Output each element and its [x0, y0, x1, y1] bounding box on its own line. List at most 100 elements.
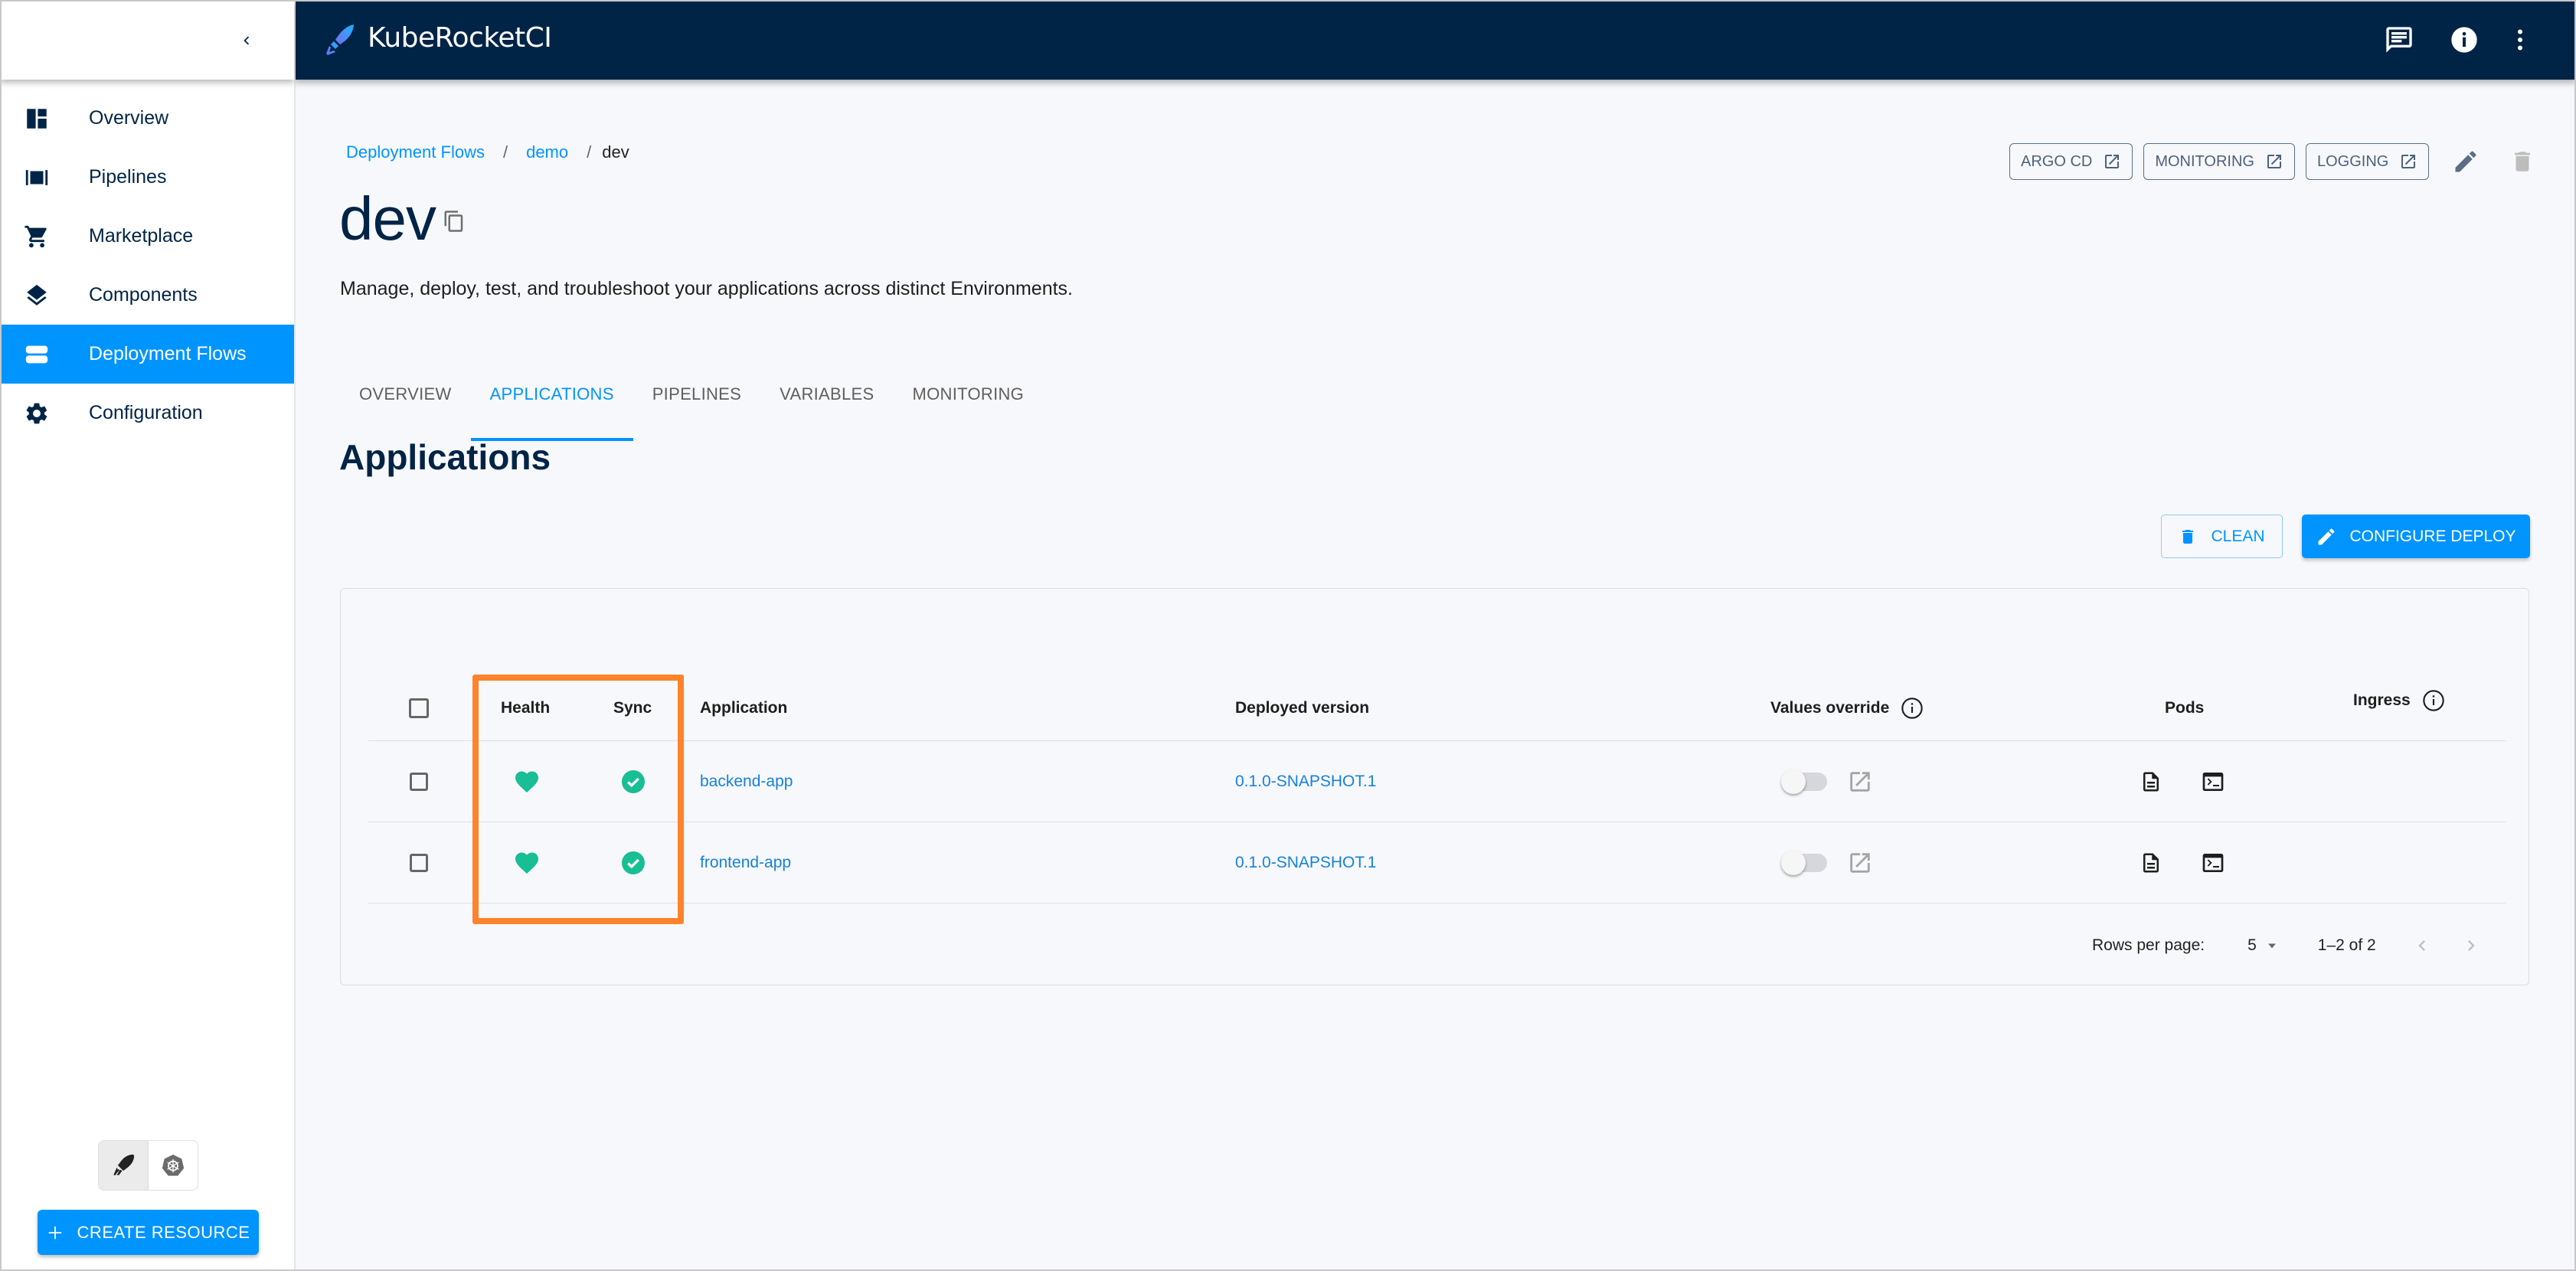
page-title: dev	[339, 185, 436, 253]
pencil-icon	[2455, 151, 2476, 172]
logging-label: LOGGING	[2316, 152, 2389, 170]
breadcrumb-deployment-flows[interactable]: Deployment Flows	[346, 142, 485, 162]
chevron-left-icon	[2418, 940, 2425, 951]
copy-name-button[interactable]	[440, 207, 469, 236]
open-in-new-icon	[2267, 155, 2281, 168]
delete-button[interactable]	[2501, 140, 2544, 183]
pipelines-icon	[0, 165, 89, 191]
table-header-row: Health Sync Application Deployed version…	[368, 676, 2506, 741]
row-checkbox[interactable]	[410, 772, 428, 791]
heart-icon	[515, 771, 538, 792]
column-deployed-version: Deployed version	[1235, 699, 1370, 717]
breadcrumb: Deployment Flows / demo / dev	[346, 142, 629, 162]
more-options-button[interactable]	[2502, 21, 2538, 58]
sidebar-item-marketplace[interactable]: Marketplace	[0, 207, 294, 266]
tabs: OVERVIEW APPLICATIONS PIPELINES VARIABLE…	[340, 360, 1043, 443]
heart-icon	[515, 852, 538, 874]
monitoring-label: MONITORING	[2155, 152, 2254, 170]
sidebar-item-label: Pipelines	[89, 166, 167, 188]
deployed-version-link[interactable]: 0.1.0-SNAPSHOT.1	[1235, 822, 1376, 903]
feedback-button[interactable]	[2381, 21, 2417, 58]
open-in-new-icon[interactable]	[1847, 850, 1873, 876]
values-override-switch[interactable]	[1781, 850, 1827, 876]
health-cell	[513, 741, 541, 822]
rows-per-page-select[interactable]: 5	[2247, 936, 2280, 955]
feedback-icon	[2386, 27, 2412, 53]
applications-heading: Applications	[339, 437, 551, 477]
row-checkbox[interactable]	[410, 853, 428, 872]
terminal-icon[interactable]	[2201, 851, 2225, 875]
column-sync: Sync	[613, 699, 652, 717]
pods-cell	[2140, 822, 2225, 903]
application-link[interactable]: frontend-app	[700, 822, 791, 903]
pagination: Rows per page: 5 1–2 of 2	[2092, 933, 2486, 959]
info-outline-icon[interactable]	[2421, 688, 2446, 713]
cart-icon	[0, 224, 89, 250]
select-all-checkbox[interactable]	[409, 698, 429, 718]
plus-icon	[48, 1226, 61, 1239]
sidebar-item-deployment-flows[interactable]: Deployment Flows	[0, 325, 294, 384]
edit-button[interactable]	[2444, 140, 2487, 183]
column-health: Health	[501, 699, 551, 717]
pods-cell	[2140, 741, 2225, 822]
rows-per-page-label: Rows per page:	[2092, 936, 2205, 954]
storage-icon	[0, 341, 89, 368]
values-override-cell	[1781, 741, 1873, 822]
trash-icon	[2515, 152, 2531, 172]
sidebar-item-overview[interactable]: Overview	[0, 89, 294, 148]
tab-overview[interactable]: OVERVIEW	[340, 360, 471, 429]
open-in-new-icon	[2105, 155, 2120, 168]
mode-krci-button[interactable]	[99, 1141, 149, 1190]
sidebar-item-components[interactable]: Components	[0, 266, 294, 325]
trash-icon	[2182, 529, 2194, 544]
column-values-override: Values override	[1770, 676, 1924, 740]
configure-deploy-button[interactable]: CONFIGURE DEPLOY	[2302, 515, 2530, 558]
argocd-label: ARGO CD	[2021, 152, 2093, 170]
monitoring-link-button[interactable]: MONITORING	[2143, 143, 2295, 180]
sidebar-item-configuration[interactable]: Configuration	[0, 384, 294, 443]
logs-icon[interactable]	[2140, 769, 2162, 794]
terminal-icon[interactable]	[2201, 769, 2225, 794]
open-in-new-icon[interactable]	[1847, 769, 1873, 795]
page-actions: ARGO CD MONITORING LOGGING	[2009, 140, 2544, 183]
row-select-cell	[410, 741, 428, 822]
sidebar-item-label: Components	[89, 284, 198, 305]
create-resource-label: CREATE RESOURCE	[77, 1222, 250, 1242]
previous-page-button[interactable]	[2407, 930, 2437, 961]
brand-name: KubeRocketCI	[368, 22, 552, 54]
next-page-button[interactable]	[2456, 930, 2486, 961]
sidebar: Overview Pipelines Marketplace Component…	[0, 0, 296, 1271]
breadcrumb-demo[interactable]: demo	[526, 142, 568, 162]
info-outline-icon[interactable]	[1900, 696, 1924, 720]
deployed-version-link[interactable]: 0.1.0-SNAPSHOT.1	[1235, 741, 1376, 822]
applications-table-card: Health Sync Application Deployed version…	[340, 588, 2529, 985]
kubernetes-icon	[162, 1155, 185, 1176]
app-bar: KubeRocketCI	[296, 0, 2576, 80]
pagination-range: 1–2 of 2	[2317, 936, 2376, 954]
pencil-icon	[2318, 528, 2335, 544]
tab-applications[interactable]: APPLICATIONS	[470, 360, 633, 441]
sidebar-header	[0, 0, 294, 80]
breadcrumb-separator: /	[587, 142, 592, 162]
values-override-switch[interactable]	[1781, 769, 1827, 795]
layers-icon	[0, 283, 89, 309]
tab-pipelines[interactable]: PIPELINES	[633, 360, 760, 429]
create-resource-button[interactable]: CREATE RESOURCE	[38, 1210, 259, 1255]
chevron-left-icon	[244, 36, 250, 45]
dashboard-icon	[0, 106, 89, 132]
sidebar-item-pipelines[interactable]: Pipelines	[0, 148, 294, 207]
tab-monitoring[interactable]: MONITORING	[893, 360, 1043, 429]
info-button[interactable]	[2446, 21, 2483, 58]
sidebar-item-label: Deployment Flows	[89, 343, 247, 364]
table-row: backend-app 0.1.0-SNAPSHOT.1	[368, 741, 2506, 822]
logs-icon[interactable]	[2140, 851, 2162, 875]
mode-kubernetes-button[interactable]	[149, 1141, 198, 1190]
open-in-new-icon	[2401, 155, 2416, 168]
clean-button[interactable]: CLEAN	[2161, 515, 2283, 558]
logging-link-button[interactable]: LOGGING	[2305, 143, 2430, 180]
argocd-link-button[interactable]: ARGO CD	[2009, 143, 2133, 180]
tab-variables[interactable]: VARIABLES	[760, 360, 893, 429]
values-override-label: Values override	[1770, 699, 1890, 717]
collapse-sidebar-button[interactable]	[231, 25, 262, 56]
application-link[interactable]: backend-app	[700, 741, 793, 822]
